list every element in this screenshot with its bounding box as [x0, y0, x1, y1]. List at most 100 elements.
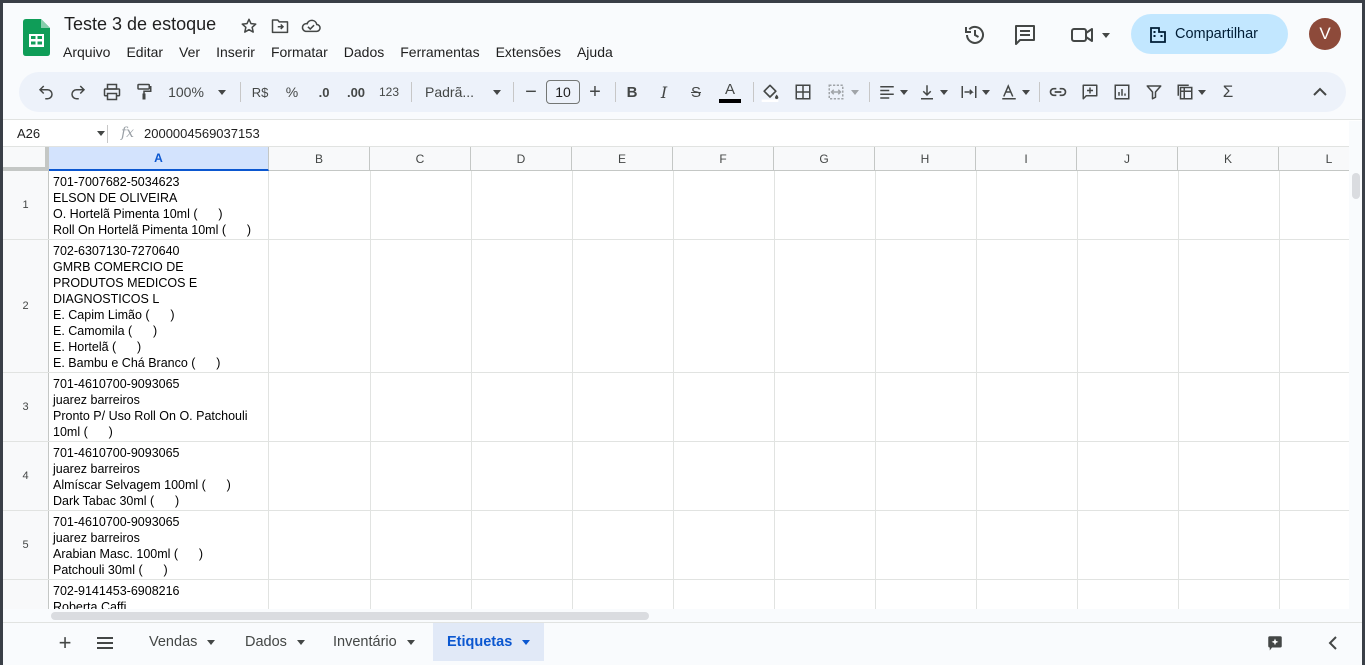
cell-a6[interactable]: 702-9141453-6908216 Roberta Caffi	[49, 580, 269, 609]
menu-dados[interactable]: Dados	[336, 41, 392, 63]
chevron-down-icon	[522, 639, 531, 645]
increase-font-size-button[interactable]: +	[583, 78, 607, 106]
column-header-e[interactable]: E	[572, 147, 673, 171]
sheets-logo-icon[interactable]	[23, 19, 50, 56]
cell-a4[interactable]: 701-4610700-9093065 juarez barreiros Alm…	[49, 442, 269, 510]
cell-a2[interactable]: 702-6307130-7270640 GMRB COMERCIO DE PRO…	[49, 240, 269, 372]
share-button-label: Compartilhar	[1175, 26, 1258, 42]
more-formats-button[interactable]: 123	[375, 78, 403, 106]
borders-icon[interactable]	[790, 78, 816, 106]
add-sheet-icon[interactable]: +	[53, 630, 77, 655]
toolbar-divider	[753, 82, 754, 102]
text-wrapping-icon[interactable]	[957, 78, 993, 106]
row-header[interactable]: 1	[3, 171, 49, 239]
cell-a5[interactable]: 701-4610700-9093065 juarez barreiros Ara…	[49, 511, 269, 579]
redo-icon[interactable]	[65, 78, 91, 106]
undo-icon[interactable]	[33, 78, 59, 106]
italic-button[interactable]: I	[651, 78, 677, 106]
increase-decimal-button[interactable]: .00	[343, 78, 369, 106]
bold-button[interactable]: B	[619, 78, 645, 106]
horizontal-scrollbar[interactable]	[3, 609, 1349, 622]
explore-icon[interactable]	[1263, 631, 1287, 655]
sheet-tab-etiquetas[interactable]: Etiquetas	[433, 623, 545, 661]
filter-icon[interactable]	[1141, 78, 1167, 106]
name-box-chevron-icon[interactable]	[97, 131, 105, 136]
toolbar: 100% R$ % .0 .00 123 Padrã... − 10 + B I…	[19, 72, 1346, 112]
cell-a1[interactable]: 701-7007682-5034623 ELSON DE OLIVEIRA O.…	[49, 171, 269, 239]
print-icon[interactable]	[99, 78, 125, 106]
font-size-input[interactable]: 10	[546, 80, 580, 104]
select-all-corner[interactable]	[3, 147, 49, 171]
name-box[interactable]: A26	[17, 126, 40, 141]
side-panel-toggle-icon[interactable]	[1321, 631, 1345, 655]
menu-arquivo[interactable]: Arquivo	[55, 41, 118, 63]
font-family-select[interactable]: Padrã...	[421, 78, 505, 106]
menu-editar[interactable]: Editar	[118, 41, 171, 63]
text-rotation-icon[interactable]	[997, 78, 1033, 106]
column-header-l[interactable]: L	[1279, 147, 1349, 171]
row-header[interactable]: 2	[3, 240, 49, 372]
meet-video-icon[interactable]	[1066, 21, 1114, 49]
column-header-d[interactable]: D	[471, 147, 572, 171]
vertical-scroll-thumb[interactable]	[1352, 173, 1360, 199]
collapse-toolbar-icon[interactable]	[1307, 78, 1333, 106]
account-avatar[interactable]: V	[1309, 18, 1341, 50]
menu-formatar[interactable]: Formatar	[263, 41, 336, 63]
chevron-down-icon	[1022, 89, 1030, 95]
column-header-c[interactable]: C	[370, 147, 471, 171]
menu-inserir[interactable]: Inserir	[208, 41, 263, 63]
toolbar-divider	[869, 82, 870, 102]
row-header[interactable]: 5	[3, 511, 49, 579]
sheet-tab-vendas[interactable]: Vendas	[135, 623, 229, 661]
sheet-tab-dados[interactable]: Dados	[231, 623, 319, 661]
star-icon[interactable]	[238, 15, 260, 37]
insert-chart-icon[interactable]	[1109, 78, 1135, 106]
percent-format-button[interactable]: %	[279, 78, 305, 106]
row-header[interactable]: 3	[3, 373, 49, 441]
document-title[interactable]: Teste 3 de estoque	[64, 14, 216, 35]
sheet-tab-inventario[interactable]: Inventário	[319, 623, 429, 661]
horizontal-scroll-thumb[interactable]	[51, 612, 649, 620]
column-header-i[interactable]: I	[976, 147, 1077, 171]
decrease-decimal-button[interactable]: .0	[311, 78, 337, 106]
merge-cells-icon[interactable]	[823, 78, 863, 106]
table-row: 3 701-4610700-9093065 juarez barreiros P…	[3, 373, 1349, 442]
functions-button[interactable]: Σ	[1215, 78, 1241, 106]
chevron-down-icon	[940, 89, 948, 95]
strikethrough-button[interactable]: S	[683, 78, 709, 106]
share-button[interactable]: Compartilhar	[1131, 14, 1288, 54]
text-color-swatch	[719, 98, 741, 103]
paint-format-icon[interactable]	[131, 78, 157, 106]
cloud-saved-icon[interactable]	[300, 15, 322, 37]
row-header[interactable]: 4	[3, 442, 49, 510]
menu-ferramentas[interactable]: Ferramentas	[392, 41, 487, 63]
menu-ajuda[interactable]: Ajuda	[569, 41, 621, 63]
column-header-h[interactable]: H	[875, 147, 976, 171]
vertical-scrollbar[interactable]	[1349, 121, 1362, 609]
fill-color-icon[interactable]	[757, 78, 783, 106]
cell-a3[interactable]: 701-4610700-9093065 juarez barreiros Pro…	[49, 373, 269, 441]
filter-views-icon[interactable]	[1173, 78, 1209, 106]
all-sheets-icon[interactable]	[93, 631, 117, 655]
column-header-k[interactable]: K	[1178, 147, 1279, 171]
text-color-button[interactable]: A	[715, 78, 745, 106]
move-folder-icon[interactable]	[269, 15, 291, 37]
zoom-select[interactable]: 100%	[165, 78, 229, 106]
currency-format-button[interactable]: R$	[247, 78, 273, 106]
insert-comment-icon[interactable]	[1077, 78, 1103, 106]
menu-ver[interactable]: Ver	[171, 41, 208, 63]
column-header-j[interactable]: J	[1077, 147, 1178, 171]
menu-extensoes[interactable]: Extensões	[488, 41, 569, 63]
row-header[interactable]: 6	[3, 580, 49, 609]
version-history-icon[interactable]	[961, 21, 989, 49]
column-header-a[interactable]: A	[49, 147, 269, 171]
column-header-b[interactable]: B	[269, 147, 370, 171]
column-header-f[interactable]: F	[673, 147, 774, 171]
horizontal-align-icon[interactable]	[875, 78, 911, 106]
column-header-g[interactable]: G	[774, 147, 875, 171]
vertical-align-icon[interactable]	[915, 78, 951, 106]
comments-icon[interactable]	[1011, 21, 1039, 49]
insert-link-icon[interactable]	[1045, 78, 1071, 106]
formula-input[interactable]: 2000004569037153	[144, 126, 260, 141]
decrease-font-size-button[interactable]: −	[519, 78, 543, 106]
